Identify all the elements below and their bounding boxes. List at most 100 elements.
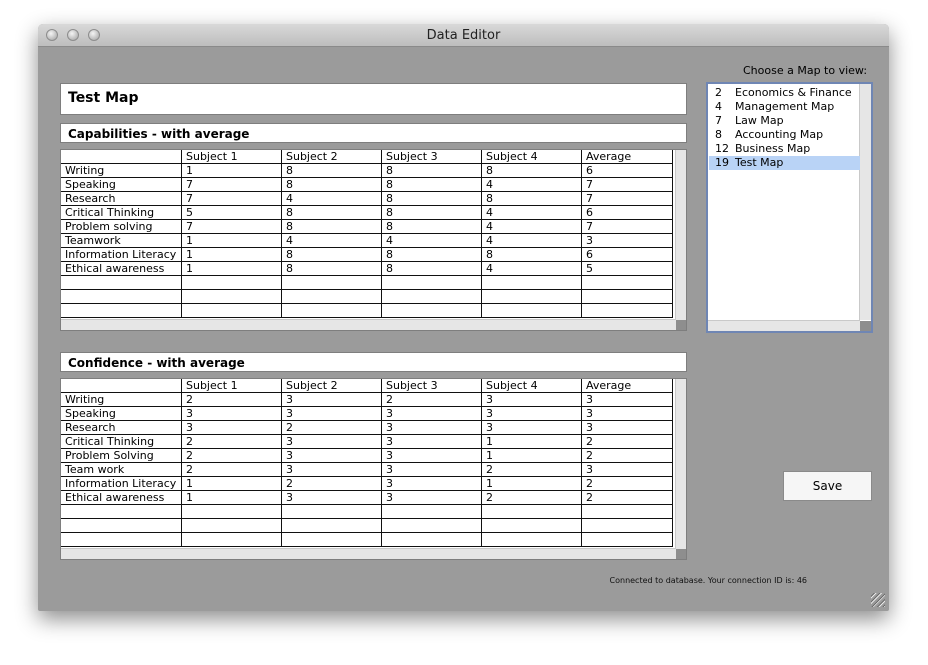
table-row[interactable]: Writing 1 8 8 8 6 — [61, 164, 673, 178]
value-cell[interactable]: 3 — [482, 393, 582, 407]
value-cell[interactable]: 5 — [582, 262, 673, 276]
value-cell[interactable] — [582, 290, 673, 304]
value-cell[interactable]: 8 — [382, 262, 482, 276]
row-label-cell[interactable]: Information Literacy — [61, 477, 182, 491]
value-cell[interactable] — [382, 290, 482, 304]
value-cell[interactable] — [582, 519, 673, 533]
value-cell[interactable]: 3 — [382, 421, 482, 435]
value-cell[interactable]: 7 — [582, 220, 673, 234]
value-cell[interactable] — [282, 290, 382, 304]
value-cell[interactable]: 4 — [282, 234, 382, 248]
row-label-cell[interactable] — [61, 276, 182, 290]
map-list-item[interactable]: 8 Accounting Map — [709, 128, 860, 142]
value-cell[interactable] — [282, 304, 382, 318]
row-label-cell[interactable]: Research — [61, 421, 182, 435]
value-cell[interactable] — [582, 505, 673, 519]
value-cell[interactable]: 8 — [382, 178, 482, 192]
value-cell[interactable] — [582, 304, 673, 318]
table-row[interactable]: Teamwork 1 4 4 4 3 — [61, 234, 673, 248]
value-cell[interactable]: 3 — [382, 463, 482, 477]
table-row[interactable]: Team work 2 3 3 2 3 — [61, 463, 673, 477]
value-cell[interactable]: 1 — [182, 477, 282, 491]
value-cell[interactable] — [582, 276, 673, 290]
table-row[interactable]: Critical Thinking 5 8 8 4 6 — [61, 206, 673, 220]
value-cell[interactable]: 2 — [482, 491, 582, 505]
column-header[interactable]: Subject 3 — [382, 150, 482, 164]
value-cell[interactable]: 7 — [582, 192, 673, 206]
row-label-cell[interactable]: Ethical awareness — [61, 491, 182, 505]
value-cell[interactable] — [182, 505, 282, 519]
column-header[interactable]: Subject 2 — [282, 379, 382, 393]
column-header[interactable]: Subject 2 — [282, 150, 382, 164]
column-header[interactable]: Average — [582, 379, 673, 393]
value-cell[interactable] — [282, 533, 382, 547]
value-cell[interactable]: 7 — [182, 192, 282, 206]
value-cell[interactable]: 4 — [482, 234, 582, 248]
capabilities-horizontal-scrollbar[interactable] — [61, 319, 676, 330]
row-label-cell[interactable]: Problem Solving — [61, 449, 182, 463]
row-label-cell[interactable]: Critical Thinking — [61, 206, 182, 220]
value-cell[interactable]: 3 — [582, 393, 673, 407]
map-list-item[interactable]: 19 Test Map — [709, 156, 860, 170]
confidence-vertical-scrollbar[interactable] — [675, 379, 686, 549]
row-label-cell[interactable] — [61, 519, 182, 533]
value-cell[interactable] — [282, 519, 382, 533]
value-cell[interactable] — [382, 533, 482, 547]
value-cell[interactable]: 4 — [482, 220, 582, 234]
column-header[interactable]: Subject 3 — [382, 379, 482, 393]
confidence-table[interactable]: Subject 1 Subject 2 Subject 3 Subject 4 Aver… — [60, 378, 687, 560]
row-label-cell[interactable]: Research — [61, 192, 182, 206]
table-row[interactable]: Critical Thinking 2 3 3 1 2 — [61, 435, 673, 449]
value-cell[interactable] — [282, 505, 382, 519]
value-cell[interactable]: 8 — [482, 248, 582, 262]
value-cell[interactable]: 1 — [182, 262, 282, 276]
row-label-cell[interactable]: Teamwork — [61, 234, 182, 248]
value-cell[interactable]: 3 — [282, 435, 382, 449]
value-cell[interactable]: 1 — [482, 435, 582, 449]
value-cell[interactable]: 3 — [282, 407, 382, 421]
table-row[interactable] — [61, 519, 673, 533]
value-cell[interactable] — [382, 519, 482, 533]
column-header[interactable]: Subject 1 — [182, 150, 282, 164]
table-row[interactable]: Speaking 3 3 3 3 3 — [61, 407, 673, 421]
row-label-cell[interactable]: Information Literacy — [61, 248, 182, 262]
value-cell[interactable]: 1 — [182, 234, 282, 248]
value-cell[interactable]: 8 — [282, 248, 382, 262]
value-cell[interactable]: 1 — [182, 491, 282, 505]
row-label-cell[interactable] — [61, 290, 182, 304]
value-cell[interactable]: 2 — [582, 435, 673, 449]
title-bar[interactable]: Data Editor — [38, 24, 889, 47]
table-row[interactable] — [61, 304, 673, 318]
value-cell[interactable]: 2 — [182, 449, 282, 463]
table-row[interactable]: Problem Solving 2 3 3 1 2 — [61, 449, 673, 463]
value-cell[interactable]: 2 — [182, 463, 282, 477]
value-cell[interactable]: 3 — [282, 463, 382, 477]
value-cell[interactable]: 3 — [382, 477, 482, 491]
value-cell[interactable]: 7 — [182, 178, 282, 192]
value-cell[interactable]: 8 — [282, 164, 382, 178]
table-row[interactable] — [61, 505, 673, 519]
save-button[interactable]: Save — [783, 471, 872, 501]
value-cell[interactable]: 5 — [182, 206, 282, 220]
value-cell[interactable]: 3 — [282, 449, 382, 463]
column-header[interactable]: Subject 4 — [482, 379, 582, 393]
value-cell[interactable]: 3 — [382, 407, 482, 421]
map-list-item[interactable]: 7 Law Map — [709, 114, 860, 128]
value-cell[interactable]: 8 — [482, 192, 582, 206]
row-label-cell[interactable]: Problem solving — [61, 220, 182, 234]
value-cell[interactable]: 6 — [582, 248, 673, 262]
value-cell[interactable]: 3 — [482, 421, 582, 435]
value-cell[interactable]: 6 — [582, 164, 673, 178]
table-row[interactable]: Writing 2 3 2 3 3 — [61, 393, 673, 407]
row-label-cell[interactable] — [61, 304, 182, 318]
value-cell[interactable] — [482, 505, 582, 519]
value-cell[interactable]: 2 — [182, 393, 282, 407]
value-cell[interactable] — [482, 276, 582, 290]
value-cell[interactable]: 3 — [382, 491, 482, 505]
value-cell[interactable]: 8 — [282, 220, 382, 234]
table-row[interactable]: Speaking 7 8 8 4 7 — [61, 178, 673, 192]
value-cell[interactable]: 4 — [282, 192, 382, 206]
value-cell[interactable] — [182, 304, 282, 318]
value-cell[interactable]: 3 — [582, 463, 673, 477]
value-cell[interactable]: 1 — [482, 477, 582, 491]
